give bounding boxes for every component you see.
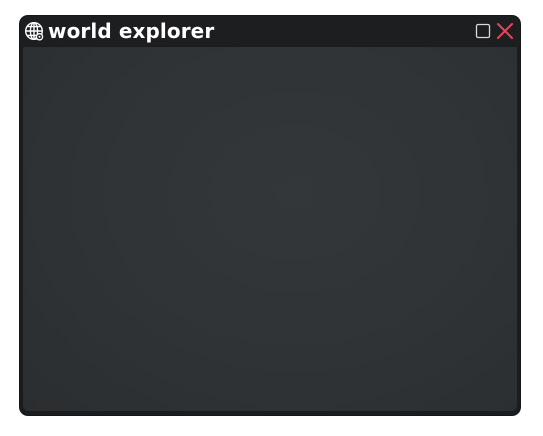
title-bar[interactable]: world explorer [20, 16, 520, 46]
world-explorer-window: world explorer [20, 16, 520, 415]
explorer-content-area[interactable] [23, 47, 517, 411]
maximize-button[interactable] [472, 20, 494, 42]
window-title: world explorer [48, 19, 215, 43]
maximize-icon [475, 23, 491, 39]
window-controls [472, 20, 516, 42]
close-button[interactable] [494, 20, 516, 42]
close-icon [497, 23, 513, 39]
globe-icon [23, 20, 45, 42]
